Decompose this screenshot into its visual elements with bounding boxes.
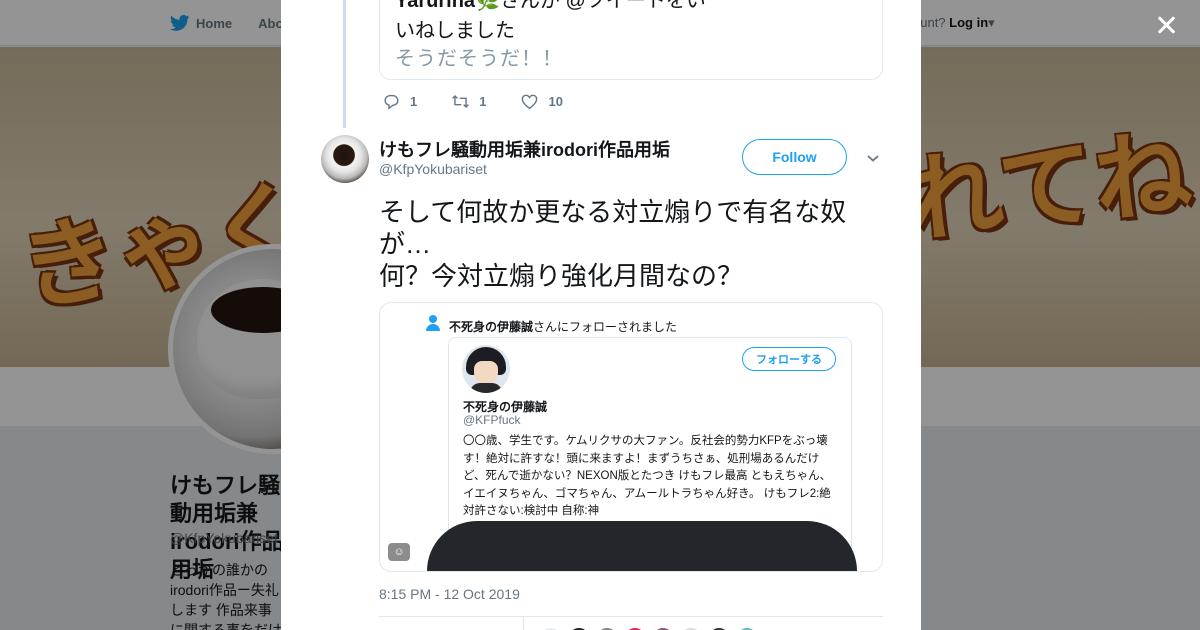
author-handle[interactable]: @KfpYokubariset — [379, 161, 487, 177]
quoted-author: Yarurina — [395, 0, 476, 12]
embedded-user-bio: 〇〇歳、学生です。ケムリクサの大ファン。反社会的勢力KFPをぶっ壊す！絶対に許す… — [463, 435, 832, 517]
embedded-dark-shape — [427, 521, 857, 571]
like-action[interactable]: 10 — [520, 92, 563, 111]
liker-avatar[interactable] — [539, 626, 563, 630]
quoted-line1-tail: さんが @ツイートをい — [499, 0, 706, 12]
author-name[interactable]: けもフレ騒動用垢兼irodori作品用垢 — [379, 136, 670, 162]
liker-avatar[interactable] — [651, 626, 675, 630]
liker-avatar[interactable] — [623, 626, 647, 630]
liker-avatar[interactable] — [595, 626, 619, 630]
stats-separator — [523, 617, 524, 630]
tweet-actions: 1 1 10 — [382, 92, 597, 111]
retweet-action[interactable]: 1 — [451, 92, 486, 111]
notification-user-name: 不死身の伊藤誠 — [449, 320, 534, 334]
conversation-thread-line — [343, 0, 346, 128]
liker-avatar[interactable] — [679, 626, 703, 630]
heart-icon — [522, 94, 538, 110]
stats-divider — [379, 616, 883, 617]
reply-action[interactable]: 1 — [382, 92, 417, 111]
retweet-count: 1 — [479, 94, 487, 109]
chevron-down-icon[interactable] — [865, 150, 881, 166]
tweet-text: そして何故か更なる対立煽りで有名な奴が… 何？今対立煽り強化月間なの？ — [379, 197, 847, 291]
reply-count: 1 — [410, 94, 418, 109]
quoted-reply-text: そうだそうだ！！ — [395, 48, 563, 70]
quoted-line2: いねしました — [395, 20, 515, 42]
retweet-icon — [452, 94, 470, 109]
close-icon[interactable] — [1152, 10, 1182, 40]
tweet-permalink-modal: Yarurina🌿さんが @ツイートをい いねしました そうだそうだ！！ 1 1… — [281, 0, 921, 630]
tweet-timestamp[interactable]: 8:15 PM - 12 Oct 2019 — [379, 586, 520, 602]
embedded-avatar — [462, 345, 510, 393]
likers-avatars — [539, 626, 759, 630]
reply-icon — [384, 94, 399, 110]
liker-avatar[interactable] — [707, 626, 731, 630]
leaf-emoji-icon: 🌿 — [475, 0, 500, 12]
liker-avatar[interactable] — [735, 626, 759, 630]
quoted-tweet-text: Yarurina🌿さんが @ツイートをい いねしました — [395, 0, 755, 46]
notification-suffix: さんにフォローされました — [533, 320, 678, 334]
follow-notification: 不死身の伊藤誠さんにフォローされました — [449, 318, 677, 335]
like-count: 10 — [548, 94, 563, 109]
embedded-follow-button: フォローする — [742, 347, 836, 371]
alt-badge-icon[interactable]: ☺ — [388, 543, 410, 561]
follow-button[interactable]: Follow — [742, 139, 847, 175]
liker-avatar[interactable] — [567, 626, 591, 630]
person-icon — [426, 315, 440, 331]
author-avatar[interactable] — [321, 135, 369, 183]
embedded-user-handle: @KFPfuck — [463, 413, 521, 427]
tweet-media-image[interactable]: 不死身の伊藤誠さんにフォローされました フォローする 不死身の伊藤誠 @KFPf… — [379, 302, 883, 572]
